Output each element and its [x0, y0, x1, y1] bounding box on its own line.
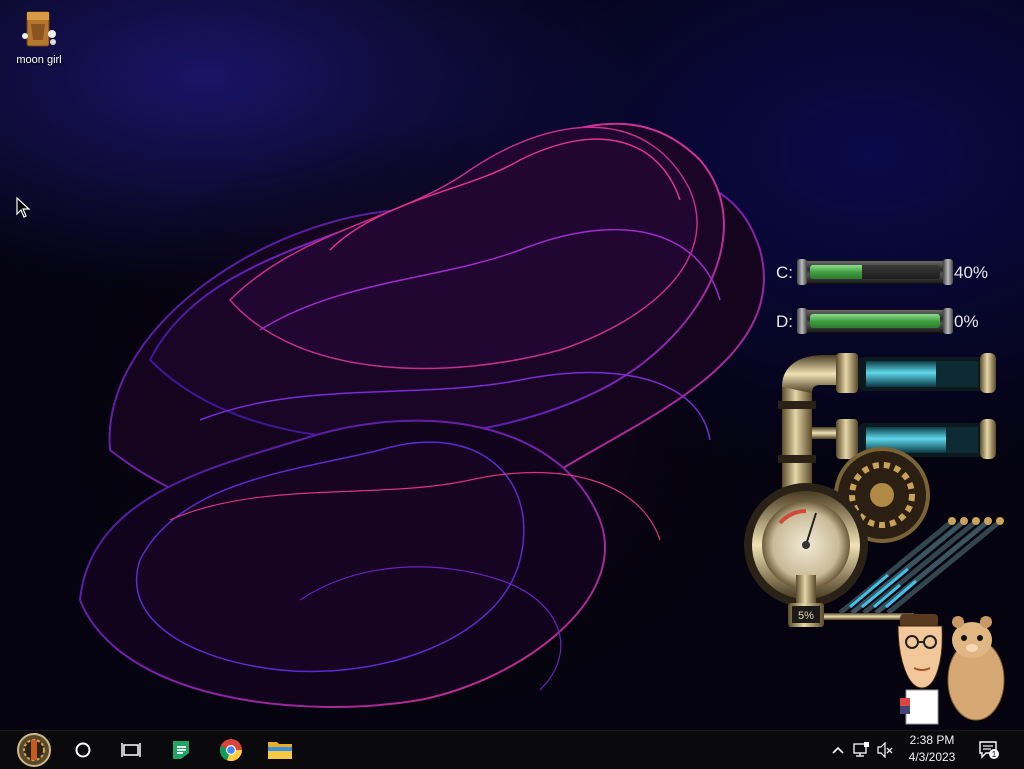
action-center-button[interactable]: 1	[974, 731, 1004, 769]
drive-label: C:	[776, 263, 793, 282]
taskbar-app-file-explorer[interactable]	[256, 731, 304, 769]
drive-usage-fill	[810, 265, 862, 279]
mouse-pointer-icon	[16, 197, 31, 218]
drive-usage-bar	[797, 308, 953, 334]
drive-usage-bar	[797, 259, 953, 285]
desktop-mascot-decoration	[897, 614, 1005, 725]
drive-meter-c[interactable]: C: 40%	[776, 258, 1006, 288]
steampunk-system-widget[interactable]: 5%	[740, 345, 1010, 655]
task-view-button[interactable]	[107, 731, 155, 769]
gauge-readout: 5%	[798, 610, 814, 622]
notification-count: 1	[992, 750, 997, 759]
steampunk-start-orb-icon	[17, 733, 51, 767]
chevron-up-icon	[832, 746, 844, 754]
drive-meter-d[interactable]: D: 0%	[776, 307, 1006, 337]
show-hidden-icons-button[interactable]	[828, 731, 848, 769]
taskbar-app-sheets[interactable]	[157, 731, 205, 769]
cortana-circle-icon	[75, 742, 91, 758]
folder-bag-icon	[19, 6, 59, 50]
taskbar: 2:38 PM 4/3/2023 1	[0, 730, 1024, 769]
clock-date: 4/3/2023	[908, 750, 956, 764]
chrome-icon	[219, 739, 243, 762]
volume-muted-icon	[877, 742, 893, 758]
drive-percent: 40%	[954, 263, 989, 282]
task-view-icon	[121, 743, 141, 757]
volume-button[interactable]	[874, 731, 896, 769]
clock-time: 2:38 PM	[909, 733, 955, 747]
start-button[interactable]	[10, 731, 58, 769]
network-button[interactable]	[850, 731, 872, 769]
desktop-icon-label: moon girl	[16, 54, 62, 66]
drive-usage-fill	[810, 314, 940, 328]
desktop-icon-moon-girl[interactable]: moon girl	[8, 6, 70, 66]
taskbar-clock[interactable]: 2:38 PM 4/3/2023	[900, 732, 964, 766]
taskbar-app-chrome[interactable]	[207, 731, 255, 769]
notification-icon: 1	[979, 741, 999, 759]
network-icon	[853, 742, 869, 757]
drive-label: D:	[776, 312, 793, 331]
google-sheets-icon	[173, 741, 189, 759]
search-button[interactable]	[59, 731, 107, 769]
drive-percent: 0%	[954, 312, 979, 331]
file-explorer-icon	[268, 742, 292, 759]
